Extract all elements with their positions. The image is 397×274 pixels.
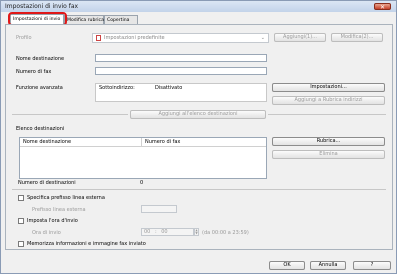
ok-button[interactable]: OK [269, 261, 305, 270]
outside-prefix-checkbox-label: Specifica prefisso linea esterna [27, 195, 105, 201]
tab-edit-address-book[interactable]: Modifica rubrica [64, 15, 104, 24]
help-button[interactable]: ? [353, 261, 391, 270]
add-profile-button[interactable]: Aggiungi(1)... [274, 33, 326, 42]
send-time-input[interactable]: 00 : 00 [141, 228, 194, 236]
store-info-checkbox-label: Memorizza informazioni e immagine fax in… [27, 241, 146, 247]
send-time-range: (da 00:00 a 23:59) [202, 230, 249, 236]
fax-number-input[interactable] [95, 67, 267, 75]
profile-icon [96, 35, 101, 41]
cancel-button[interactable]: Annulla [310, 261, 346, 270]
add-to-destination-list-button[interactable]: Aggiungi all'elenco destinazioni [130, 110, 266, 119]
tab-cover-page[interactable]: Copertina [104, 15, 138, 24]
destination-count-value: 0 [140, 180, 144, 186]
send-time-field-label: Ora di invio [32, 230, 61, 236]
title-bar: Impostazioni di invio fax ✕ [1, 1, 396, 12]
send-time-minutes: 00 [161, 229, 168, 235]
column-header-destination-name[interactable]: Nome destinazione [20, 138, 142, 147]
time-spinner[interactable]: ▲ ▼ [194, 228, 199, 236]
outside-prefix-checkbox[interactable] [18, 195, 24, 201]
destination-count-label: Numero di destinazioni [18, 180, 76, 186]
advanced-info-box: Sottoindirizzo: Disattivato [95, 83, 267, 102]
address-book-button[interactable]: Rubrica... [272, 137, 385, 146]
settings-panel: Profilo Impostazioni predefinite ⌄ Aggiu… [5, 24, 393, 250]
destination-list-table[interactable]: Nome destinazione Numero di fax [19, 137, 267, 179]
chevron-down-icon: ⌄ [260, 35, 265, 41]
edit-profile-button[interactable]: Modifica(2)... [331, 33, 383, 42]
close-button[interactable]: ✕ [374, 3, 391, 11]
outside-prefix-field-label: Prefisso linea esterna [32, 207, 86, 213]
subaddress-label: Sottoindirizzo: [99, 85, 135, 91]
send-time-checkbox-label: Imposta l'ora d'invio [27, 218, 78, 224]
profile-select[interactable]: Impostazioni predefinite ⌄ [92, 33, 269, 43]
profile-label: Profilo [16, 35, 32, 41]
outside-prefix-input[interactable] [141, 205, 177, 213]
divider-left [12, 114, 128, 115]
divider-bottom [12, 189, 386, 190]
column-header-fax-number[interactable]: Numero di fax [142, 138, 266, 147]
subaddress-value: Disattivato [155, 85, 183, 91]
add-to-address-book-button[interactable]: Aggiungi a Rubrica indirizzi [272, 96, 385, 105]
window-title: Impostazioni di invio fax [5, 3, 79, 10]
send-time-hours: 00 [144, 229, 151, 235]
delete-button[interactable]: Elimina [272, 150, 385, 159]
fax-settings-window: Impostazioni di invio fax ✕ Impostazioni… [0, 0, 397, 274]
profile-value: Impostazioni predefinite [104, 35, 165, 41]
destination-list-title: Elenco destinazioni [16, 126, 65, 132]
time-separator: : [154, 229, 157, 235]
store-info-checkbox[interactable] [18, 241, 24, 247]
divider-right [268, 114, 386, 115]
fax-number-label: Numero di fax [16, 69, 52, 75]
destination-name-label: Nome destinazione [16, 56, 65, 62]
destination-name-input[interactable] [95, 54, 267, 62]
settings-button[interactable]: Impostazioni... [272, 83, 385, 92]
send-time-checkbox[interactable] [18, 218, 24, 224]
advanced-function-label: Funzione avanzata [16, 85, 63, 91]
